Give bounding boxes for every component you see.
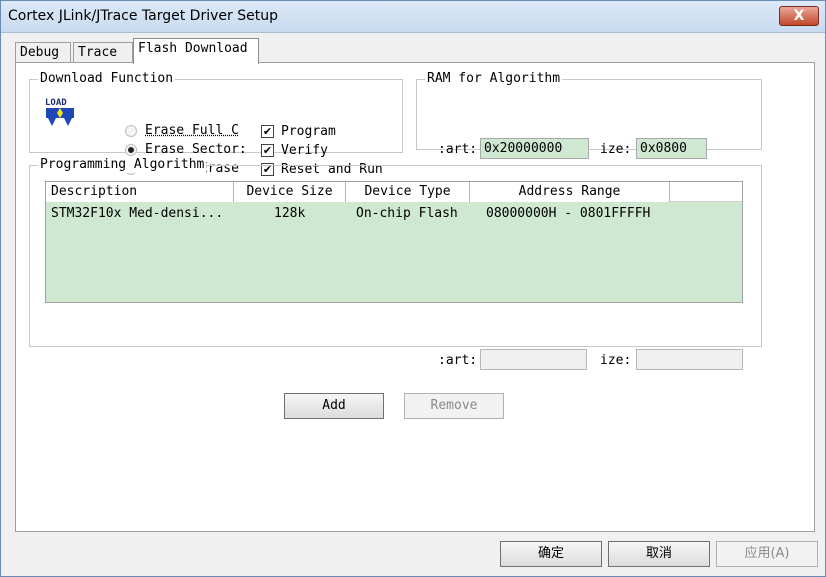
title-bar[interactable]: Cortex JLink/JTrace Target Driver Setup … bbox=[1, 1, 825, 33]
add-button[interactable]: Add bbox=[284, 393, 384, 419]
cancel-button[interactable]: 取消 bbox=[608, 541, 710, 567]
column-device-size[interactable]: Device Size bbox=[234, 182, 346, 202]
dialog-window: Cortex JLink/JTrace Target Driver Setup … bbox=[0, 0, 826, 577]
flash-download-page: Download Function LOAD Erase Full C Eras… bbox=[15, 62, 815, 532]
load-icon: LOAD bbox=[45, 98, 74, 126]
erase-sectors-radio[interactable] bbox=[125, 144, 137, 156]
column-description[interactable]: Description bbox=[46, 182, 234, 202]
row-device-size: 128k bbox=[274, 206, 306, 221]
tab-trace[interactable]: Trace bbox=[73, 42, 133, 64]
algo-start-field[interactable] bbox=[480, 349, 587, 370]
load-icon-text: LOAD bbox=[45, 98, 67, 108]
algorithm-table[interactable]: Description Device Size Device Type Addr… bbox=[45, 181, 743, 303]
erase-full-chip-radio[interactable] bbox=[125, 125, 137, 137]
ram-size-label: ize: bbox=[600, 142, 632, 157]
algo-start-label: :art: bbox=[438, 353, 478, 368]
tab-flash-download-label: Flash Download bbox=[138, 41, 248, 56]
column-device-type[interactable]: Device Type bbox=[346, 182, 470, 202]
erase-full-chip-label: Erase Full C bbox=[145, 123, 239, 138]
verify-checkbox[interactable]: ✔ bbox=[261, 144, 274, 157]
tab-strip: Debug Trace Flash Download bbox=[15, 38, 805, 64]
column-address-range[interactable]: Address Range bbox=[470, 182, 670, 202]
algo-size-label: ize: bbox=[600, 353, 632, 368]
tab-debug-label: Debug bbox=[20, 45, 60, 60]
download-function-title: Download Function bbox=[38, 71, 176, 87]
erase-sectors-label: Erase Sector: bbox=[145, 142, 247, 157]
verify-label: Verify bbox=[281, 143, 328, 158]
table-header: Description Device Size Device Type Addr… bbox=[46, 182, 742, 202]
window-title: Cortex JLink/JTrace Target Driver Setup bbox=[8, 8, 278, 24]
apply-button[interactable]: 应用(A) bbox=[716, 541, 818, 567]
program-checkbox[interactable]: ✔ bbox=[261, 125, 274, 138]
row-address-range: 08000000H - 0801FFFFH bbox=[486, 206, 651, 221]
programming-algorithm-title: Programming Algorithm bbox=[38, 157, 207, 173]
ram-size-field[interactable]: 0x0800 bbox=[636, 138, 707, 159]
row-description: STM32F10x Med-densi... bbox=[51, 206, 224, 221]
close-button[interactable]: X bbox=[779, 6, 819, 26]
ram-start-field[interactable]: 0x20000000 bbox=[480, 138, 589, 159]
ram-for-algorithm-title: RAM for Algorithm bbox=[425, 71, 563, 87]
program-label: Program bbox=[281, 124, 336, 139]
tab-debug[interactable]: Debug bbox=[15, 42, 71, 64]
ram-start-label: :art: bbox=[438, 142, 478, 157]
remove-button[interactable]: Remove bbox=[404, 393, 504, 419]
algo-size-field[interactable] bbox=[636, 349, 743, 370]
ram-for-algorithm-group: RAM for Algorithm bbox=[416, 71, 762, 150]
row-device-type: On-chip Flash bbox=[356, 206, 458, 221]
tab-flash-download[interactable]: Flash Download bbox=[133, 38, 259, 64]
close-icon: X bbox=[793, 8, 805, 24]
dialog-client: Debug Trace Flash Download Download Func… bbox=[1, 34, 825, 576]
ok-button[interactable]: 确定 bbox=[500, 541, 602, 567]
tab-trace-label: Trace bbox=[78, 45, 118, 60]
